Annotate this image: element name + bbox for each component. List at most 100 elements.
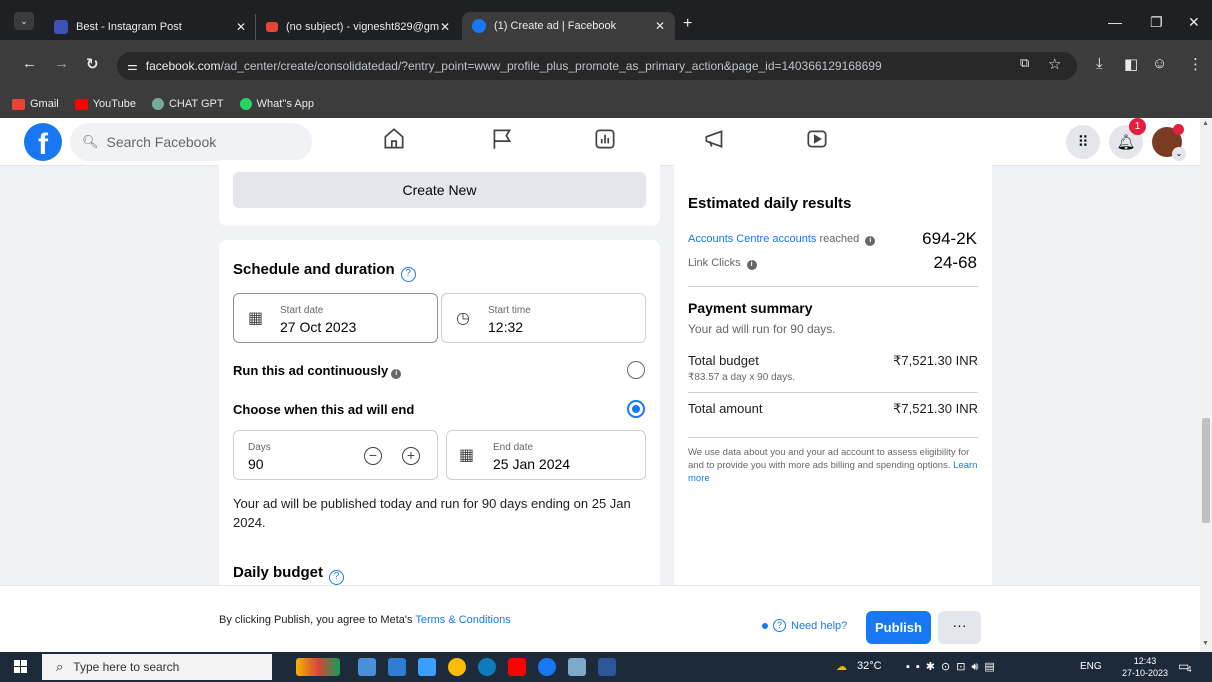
- back-arrow-icon[interactable]: ←: [22, 55, 37, 72]
- action-center-icon[interactable]: ▭ 4: [1178, 659, 1194, 675]
- tab-gmail[interactable]: (no subject) - vignesht829@gm ✕: [255, 14, 460, 40]
- tab-instagram[interactable]: Best - Instagram Post ✕: [44, 14, 256, 40]
- reload-icon[interactable]: ↻: [86, 55, 99, 73]
- forward-arrow-icon[interactable]: →: [54, 55, 69, 72]
- gmail-icon: [12, 98, 25, 110]
- pages-flag-nav-icon[interactable]: [489, 126, 523, 156]
- insights-nav-icon[interactable]: [592, 126, 626, 156]
- close-tab-icon[interactable]: ✕: [655, 19, 665, 33]
- new-tab-button[interactable]: +: [683, 15, 692, 33]
- info-icon[interactable]: i: [391, 369, 402, 379]
- avatar-status-dot: [1173, 124, 1184, 135]
- home-nav-icon[interactable]: [381, 126, 415, 156]
- start-date-field[interactable]: ▦ Start date 27 Oct 2023: [233, 293, 438, 343]
- notification-count-badge: 1: [1129, 118, 1146, 135]
- bookmark-star-icon[interactable]: ☆: [1048, 55, 1061, 73]
- estimated-results-title: Estimated daily results: [688, 195, 852, 212]
- payment-summary-sub: Your ad will run for 90 days.: [688, 322, 836, 336]
- edge-icon[interactable]: [478, 658, 496, 676]
- browser-tab-bar: ⌄ Best - Instagram Post ✕ (no subject) -…: [0, 0, 1212, 40]
- video-nav-icon[interactable]: [804, 126, 838, 156]
- app-icon[interactable]: [418, 658, 436, 676]
- file-explorer-icon[interactable]: [358, 658, 376, 676]
- billing-note: We use data about you and your ad accoun…: [688, 447, 978, 484]
- download-icon[interactable]: ⤓: [1096, 55, 1103, 72]
- tab-search-dropdown[interactable]: ⌄: [14, 12, 34, 30]
- facebook-logo[interactable]: f: [24, 123, 62, 161]
- publish-button[interactable]: Publish: [866, 611, 931, 644]
- days-field[interactable]: Days 90 − +: [233, 430, 438, 480]
- create-new-button[interactable]: Create New: [233, 172, 646, 208]
- info-icon[interactable]: i: [865, 236, 876, 246]
- payment-summary-title: Payment summary: [688, 300, 813, 316]
- choose-end-label: Choose when this ad will end: [233, 402, 415, 417]
- start-time-field[interactable]: ◷ Start time 12:32: [441, 293, 646, 343]
- increase-days-button[interactable]: +: [402, 447, 420, 465]
- bookmark-gmail[interactable]: Gmail: [12, 98, 59, 110]
- close-tab-icon[interactable]: ✕: [236, 20, 246, 34]
- bookmark-whatsapp[interactable]: What''s App: [239, 98, 314, 110]
- word-icon[interactable]: [598, 658, 616, 676]
- close-window-icon[interactable]: ✕: [1188, 14, 1200, 31]
- youtube-icon: [74, 98, 88, 110]
- store-icon[interactable]: [388, 658, 406, 676]
- taskbar-widget-icon[interactable]: [296, 658, 340, 676]
- scroll-down-arrow-icon[interactable]: ▼: [1202, 640, 1209, 647]
- instagram-favicon-icon: [54, 20, 68, 34]
- page-scrollbar[interactable]: ▲ ▼: [1200, 118, 1212, 652]
- chevron-down-icon[interactable]: ⌄: [1172, 147, 1186, 161]
- youtube-icon[interactable]: [508, 658, 526, 676]
- scroll-up-arrow-icon[interactable]: ▲: [1202, 120, 1209, 127]
- publish-footer: By clicking Publish, you agree to Meta's…: [0, 585, 1200, 652]
- address-bar[interactable]: ⚌ facebook.com/ad_center/create/consolid…: [117, 52, 1077, 80]
- scrollbar-thumb[interactable]: [1202, 418, 1210, 523]
- minimize-window-icon[interactable]: —: [1108, 14, 1122, 30]
- total-budget-sub: ₹83.57 a day x 90 days.: [688, 372, 795, 383]
- chrome-icon[interactable]: [448, 658, 466, 676]
- info-icon[interactable]: i: [746, 260, 757, 270]
- accounts-reached-label: Accounts Centre accounts reached i: [688, 233, 876, 246]
- language-indicator[interactable]: ENG: [1080, 661, 1102, 672]
- temperature[interactable]: 32°C: [857, 660, 882, 672]
- accounts-centre-link[interactable]: Accounts Centre accounts: [688, 233, 816, 245]
- accounts-reached-value: 694-2K: [922, 229, 977, 248]
- total-budget-label: Total budget: [688, 353, 759, 368]
- bookmark-chatgpt[interactable]: CHAT GPT: [151, 98, 224, 110]
- taskbar-clock[interactable]: 12:43 27-10-2023: [1122, 655, 1168, 679]
- run-continuously-label: Run this ad continuously i: [233, 363, 402, 379]
- close-tab-icon[interactable]: ✕: [440, 20, 450, 34]
- link-clicks-value: 24-68: [933, 253, 977, 272]
- windows-start-icon[interactable]: [14, 660, 28, 674]
- end-date-field[interactable]: ▦ End date 25 Jan 2024: [446, 430, 646, 480]
- ads-megaphone-nav-icon[interactable]: [702, 126, 736, 156]
- divider: [688, 286, 978, 287]
- need-help-button[interactable]: ? Need help?: [762, 619, 847, 632]
- side-panel-icon[interactable]: ◧: [1124, 55, 1138, 73]
- more-options-button[interactable]: ···: [938, 611, 981, 644]
- browser-toolbar: ← → ↻ ⚌ facebook.com/ad_center/create/co…: [0, 40, 1212, 90]
- windows-taskbar: ⌕ Type here to search ☁ 32°C ▪▪✱⊙⊡🔊︎▤ EN…: [0, 652, 1212, 682]
- link-clicks-label: Link Clicks i: [688, 257, 757, 270]
- daily-budget-title: Daily budget?: [233, 564, 345, 585]
- run-continuously-radio[interactable]: [627, 361, 645, 379]
- menu-grid-icon[interactable]: ⠿: [1066, 125, 1100, 159]
- choose-end-radio[interactable]: [627, 400, 645, 418]
- chrome-profile-icon[interactable]: [568, 658, 586, 676]
- decrease-days-button[interactable]: −: [364, 447, 382, 465]
- total-amount-value: ₹7,521.30 INR: [893, 401, 978, 416]
- facebook-header: f 🔍︎ Search Facebook ⠿ 🔔︎: [0, 118, 1200, 166]
- terms-conditions-link[interactable]: Terms & Conditions: [415, 614, 510, 626]
- restore-window-icon[interactable]: ❐: [1150, 14, 1163, 31]
- tab-facebook-create-ad[interactable]: (1) Create ad | Facebook ✕: [462, 12, 675, 40]
- help-question-icon[interactable]: ?: [400, 267, 416, 282]
- facebook-search-input[interactable]: 🔍︎ Search Facebook: [70, 123, 312, 161]
- profile-avatar-icon[interactable]: ☺: [1152, 55, 1167, 72]
- taskbar-search-input[interactable]: ⌕ Type here to search: [42, 654, 272, 680]
- facebook-icon[interactable]: [538, 658, 556, 676]
- install-app-icon[interactable]: ⧉: [1020, 55, 1029, 71]
- bookmark-youtube[interactable]: YouTube: [74, 98, 136, 110]
- system-tray-icons[interactable]: ▪▪✱⊙⊡🔊︎▤: [906, 660, 1001, 674]
- browser-menu-icon[interactable]: ⋮: [1188, 55, 1203, 73]
- help-question-icon[interactable]: ?: [329, 570, 345, 585]
- site-info-icon[interactable]: ⚌: [127, 59, 138, 73]
